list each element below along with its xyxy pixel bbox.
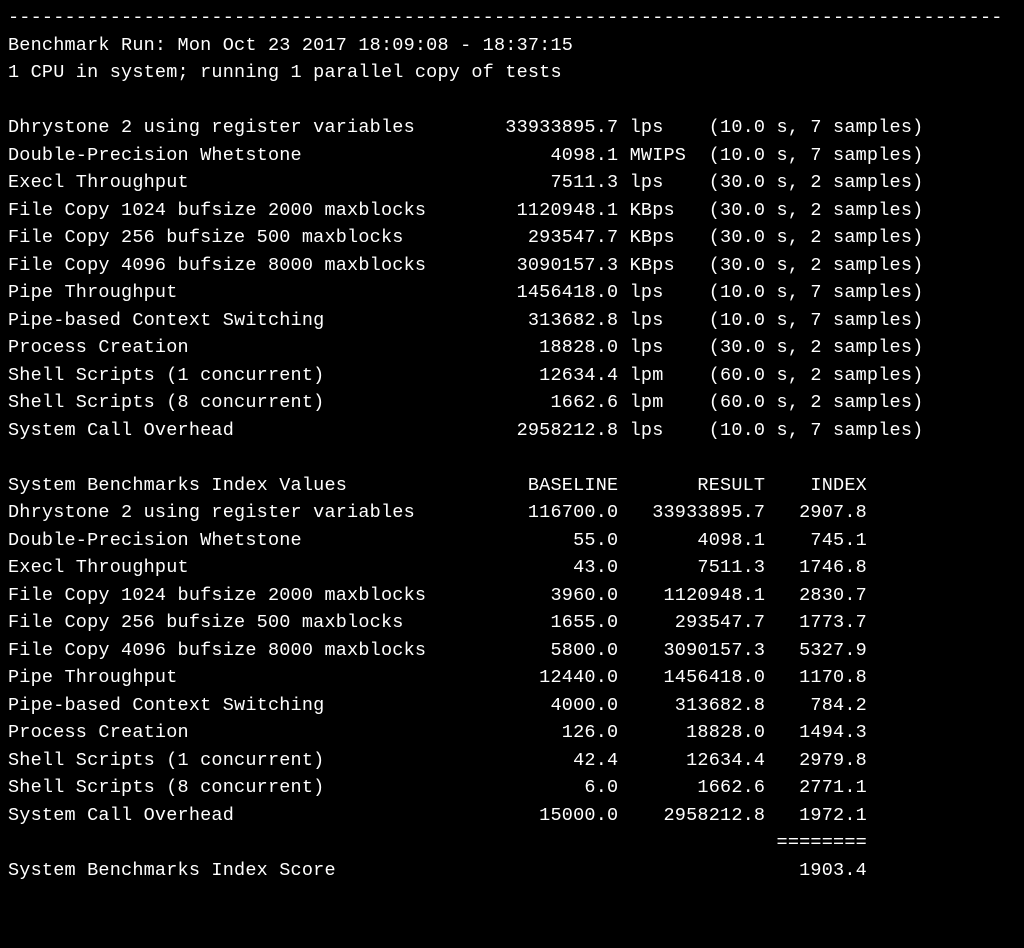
index-row: System Call Overhead 15000.0 2958212.8 1… <box>8 805 867 826</box>
index-row: Pipe-based Context Switching 4000.0 3136… <box>8 695 867 716</box>
index-row: File Copy 4096 bufsize 8000 maxblocks 58… <box>8 640 867 661</box>
terminal-output: ----------------------------------------… <box>0 0 1024 892</box>
index-row: File Copy 256 bufsize 500 maxblocks 1655… <box>8 612 867 633</box>
result-row: Process Creation 18828.0 lps (30.0 s, 2 … <box>8 337 923 358</box>
result-row: File Copy 4096 bufsize 8000 maxblocks 30… <box>8 255 923 276</box>
index-score-line: System Benchmarks Index Score 1903.4 <box>8 860 867 881</box>
index-row: Double-Precision Whetstone 55.0 4098.1 7… <box>8 530 867 551</box>
result-row: Shell Scripts (8 concurrent) 1662.6 lpm … <box>8 392 923 413</box>
result-row: Pipe-based Context Switching 313682.8 lp… <box>8 310 923 331</box>
index-row: Dhrystone 2 using register variables 116… <box>8 502 867 523</box>
index-row: Pipe Throughput 12440.0 1456418.0 1170.8 <box>8 667 867 688</box>
result-row: Dhrystone 2 using register variables 339… <box>8 117 923 138</box>
index-header-row: System Benchmarks Index Values BASELINE … <box>8 475 867 496</box>
result-row: Pipe Throughput 1456418.0 lps (10.0 s, 7… <box>8 282 923 303</box>
result-row: Double-Precision Whetstone 4098.1 MWIPS … <box>8 145 923 166</box>
cpu-info-line: 1 CPU in system; running 1 parallel copy… <box>8 62 562 83</box>
index-row: Shell Scripts (8 concurrent) 6.0 1662.6 … <box>8 777 867 798</box>
benchmark-run-header: Benchmark Run: Mon Oct 23 2017 18:09:08 … <box>8 35 573 56</box>
result-row: System Call Overhead 2958212.8 lps (10.0… <box>8 420 923 441</box>
result-row: File Copy 256 bufsize 500 maxblocks 2935… <box>8 227 923 248</box>
index-row: Process Creation 126.0 18828.0 1494.3 <box>8 722 867 743</box>
index-separator: ======== <box>8 832 867 853</box>
result-row: Execl Throughput 7511.3 lps (30.0 s, 2 s… <box>8 172 923 193</box>
index-row: Shell Scripts (1 concurrent) 42.4 12634.… <box>8 750 867 771</box>
index-row: File Copy 1024 bufsize 2000 maxblocks 39… <box>8 585 867 606</box>
separator-line: ----------------------------------------… <box>8 7 1003 28</box>
result-row: Shell Scripts (1 concurrent) 12634.4 lpm… <box>8 365 923 386</box>
result-row: File Copy 1024 bufsize 2000 maxblocks 11… <box>8 200 923 221</box>
index-row: Execl Throughput 43.0 7511.3 1746.8 <box>8 557 867 578</box>
